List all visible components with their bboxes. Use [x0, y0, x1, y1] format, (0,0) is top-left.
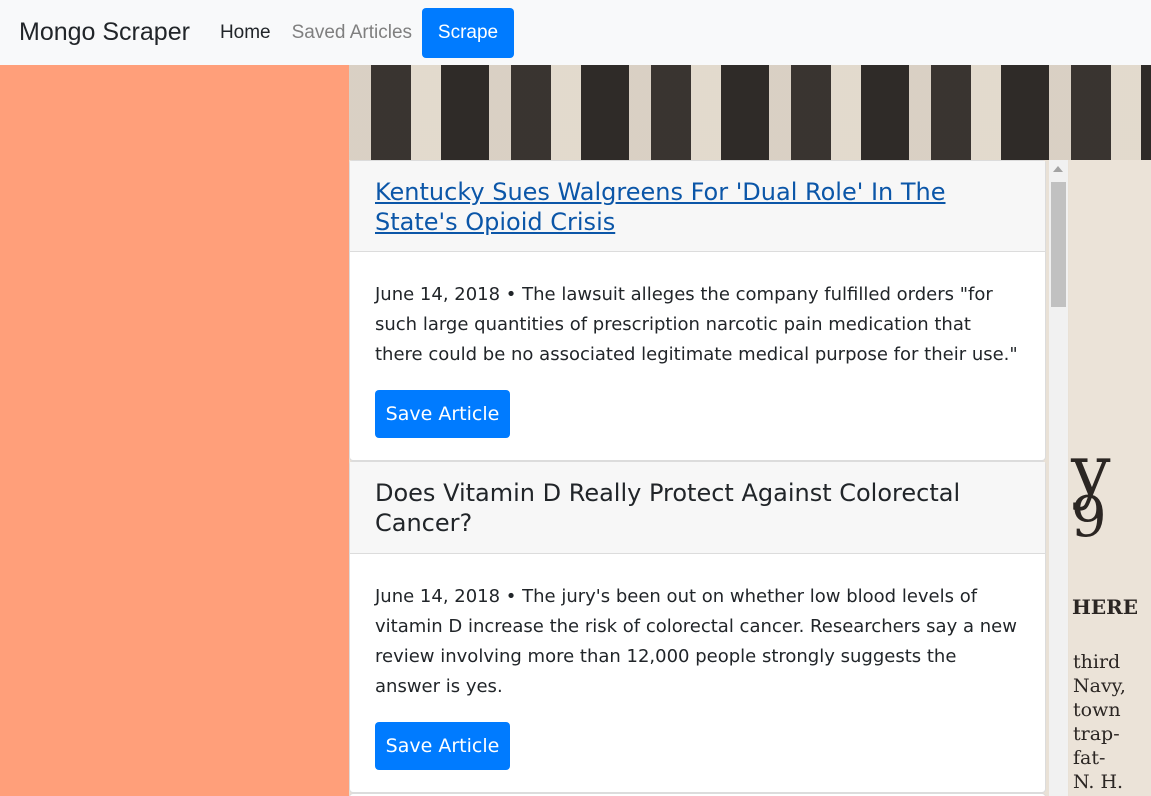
left-panel	[0, 65, 349, 796]
newspaper-text-column: third Navy, town trap- fat- N. H.	[1073, 650, 1151, 794]
newspaper-line: N. H.	[1073, 771, 1124, 793]
newspaper-heading-fragment: HERE	[1072, 595, 1139, 619]
article-summary: June 14, 2018 • The lawsuit alleges the …	[375, 284, 1018, 365]
article-title: Does Vitamin D Really Protect Against Co…	[375, 479, 961, 537]
article-card-header: Kentucky Sues Walgreens For 'Dual Role' …	[350, 161, 1045, 252]
scrollbar-thumb[interactable]	[1051, 182, 1066, 307]
article-card: Kentucky Sues Walgreens For 'Dual Role' …	[349, 160, 1046, 461]
article-title: Kentucky Sues Walgreens For 'Dual Role' …	[375, 177, 1020, 237]
newspaper-headline-strip	[349, 65, 1151, 160]
brand-link[interactable]: Mongo Scraper	[19, 18, 190, 47]
save-article-button[interactable]: Save Article	[375, 722, 510, 770]
newspaper-glyph-9: 9	[1071, 485, 1107, 550]
scroll-up-arrow-icon[interactable]	[1053, 166, 1063, 172]
scrape-button[interactable]: Scrape	[422, 7, 515, 58]
article-card: Does Vitamin D Really Protect Against Co…	[349, 461, 1046, 793]
newspaper-line: town	[1073, 699, 1121, 721]
article-card-header: Does Vitamin D Really Protect Against Co…	[350, 462, 1045, 554]
navbar: Mongo Scraper Home Saved Articles Scrape	[0, 0, 1151, 65]
save-article-button[interactable]: Save Article	[375, 390, 510, 438]
nav-saved-articles-link[interactable]: Saved Articles	[292, 22, 412, 44]
scrollbar[interactable]	[1049, 160, 1068, 796]
article-title-link[interactable]: Kentucky Sues Walgreens For 'Dual Role' …	[375, 178, 946, 236]
newspaper-line: Navy,	[1073, 675, 1126, 697]
article-card-body: June 14, 2018 • The lawsuit alleges the …	[350, 252, 1045, 463]
nav-home-link[interactable]: Home	[220, 22, 271, 44]
articles-scroll-container[interactable]: Kentucky Sues Walgreens For 'Dual Role' …	[349, 160, 1068, 796]
newspaper-line: trap-	[1073, 723, 1120, 745]
article-summary: June 14, 2018 • The jury's been out on w…	[375, 586, 1017, 697]
article-card-body: June 14, 2018 • The jury's been out on w…	[350, 554, 1045, 795]
newspaper-line: third	[1073, 651, 1121, 673]
newspaper-line: fat-	[1073, 747, 1106, 769]
